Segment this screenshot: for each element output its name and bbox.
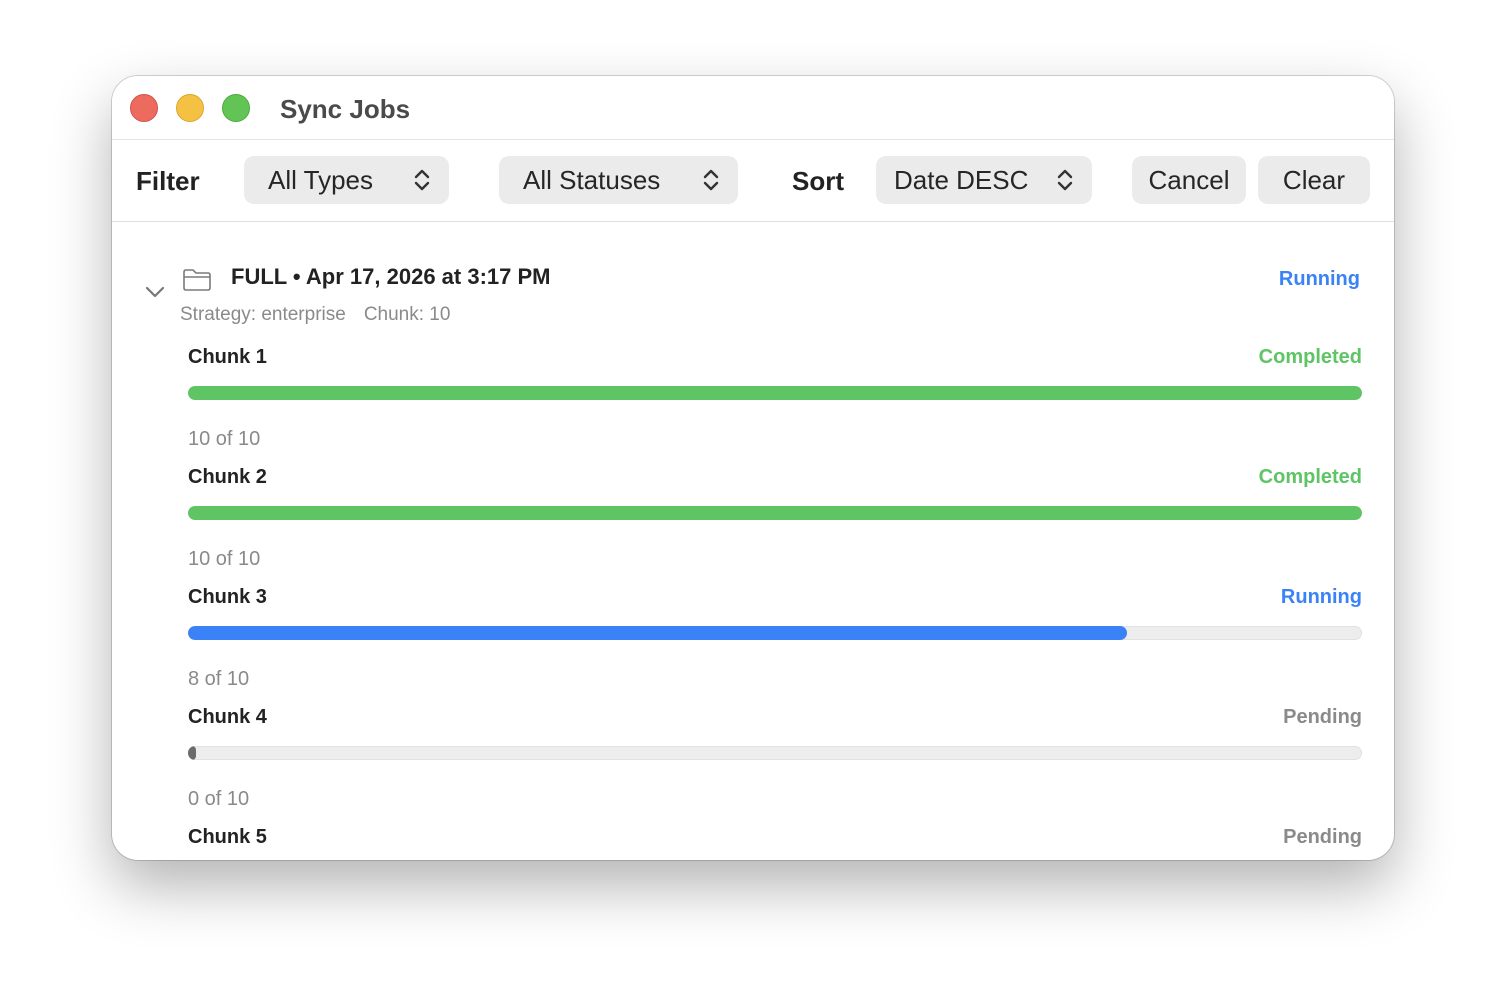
close-window-button[interactable] xyxy=(130,94,158,122)
job-strategy: Strategy: enterprise xyxy=(180,304,346,325)
chunk-progress-bar xyxy=(188,506,1362,520)
chunk-name: Chunk 3 xyxy=(188,586,267,608)
chunk-progress-fill xyxy=(188,626,1128,640)
chunk-progress-fill xyxy=(188,746,196,760)
job-list: FULL • Apr 17, 2026 at 3:17 PM Running S… xyxy=(112,222,1394,860)
zoom-window-button[interactable] xyxy=(222,94,250,122)
chunk-progress-bar xyxy=(188,746,1362,760)
status-filter-select[interactable]: All Statuses xyxy=(499,156,738,204)
chunk-status: Completed xyxy=(1258,346,1362,368)
minimize-window-button[interactable] xyxy=(176,94,204,122)
chevron-down-icon[interactable] xyxy=(144,285,166,299)
job-status-badge: Running xyxy=(1278,268,1360,290)
chunk-progress-fill xyxy=(188,386,1362,400)
cancel-button[interactable]: Cancel xyxy=(1132,156,1246,204)
chunk-progress-text: 8 of 10 xyxy=(188,668,250,690)
chunk-progress-fill xyxy=(188,506,1362,520)
filter-toolbar: Filter All Types All Statuses Sort Date … xyxy=(112,140,1394,222)
title-bar: Sync Jobs xyxy=(112,76,1394,140)
chunk-name: Chunk 1 xyxy=(188,346,267,368)
job-meta: Strategy: enterprise Chunk: 10 xyxy=(180,302,468,328)
chevron-updown-icon xyxy=(1057,169,1073,191)
chunk-status: Running xyxy=(1280,586,1362,608)
folder-icon xyxy=(183,269,211,291)
window-title: Sync Jobs xyxy=(280,94,411,124)
filter-label: Filter xyxy=(136,166,200,196)
chunk-name: Chunk 2 xyxy=(188,466,267,488)
sort-select[interactable]: Date DESC xyxy=(876,156,1092,204)
chunk-progress-bar xyxy=(188,626,1362,640)
chunk-name: Chunk 4 xyxy=(188,706,267,728)
sync-jobs-window: Sync Jobs Filter All Types All Statuses … xyxy=(112,76,1394,860)
job-chunk-size: Chunk: 10 xyxy=(363,304,451,325)
chunk-progress-bar xyxy=(188,386,1362,400)
chunk-progress-text: 10 of 10 xyxy=(188,548,261,570)
chunk-row: Chunk 2 Completed 10 of 10 xyxy=(188,464,1362,584)
chunk-name: Chunk 5 xyxy=(188,826,267,848)
chunk-progress-text: 10 of 10 xyxy=(188,428,261,450)
chunk-row: Chunk 3 Running 8 of 10 xyxy=(188,584,1362,704)
chevron-updown-icon xyxy=(703,169,719,191)
type-filter-select[interactable]: All Types xyxy=(244,156,449,204)
chunk-status: Pending xyxy=(1283,706,1362,728)
chunk-progress-text: 0 of 10 xyxy=(188,788,250,810)
sort-value: Date DESC xyxy=(894,165,1029,195)
chevron-updown-icon xyxy=(414,169,430,191)
job-title: FULL • Apr 17, 2026 at 3:17 PM xyxy=(231,264,551,289)
chunk-row: Chunk 1 Completed 10 of 10 xyxy=(188,344,1362,464)
chunk-row: Chunk 5Pending0 of 10 xyxy=(188,824,1362,860)
type-filter-value: All Types xyxy=(268,165,374,195)
clear-button[interactable]: Clear xyxy=(1258,156,1370,204)
sort-label: Sort xyxy=(792,166,844,196)
status-filter-value: All Statuses xyxy=(523,165,661,195)
chunk-row: Chunk 4 Pending 0 of 10 xyxy=(188,704,1362,824)
chunk-status: Pending xyxy=(1283,826,1362,848)
chunk-status: Completed xyxy=(1258,466,1362,488)
